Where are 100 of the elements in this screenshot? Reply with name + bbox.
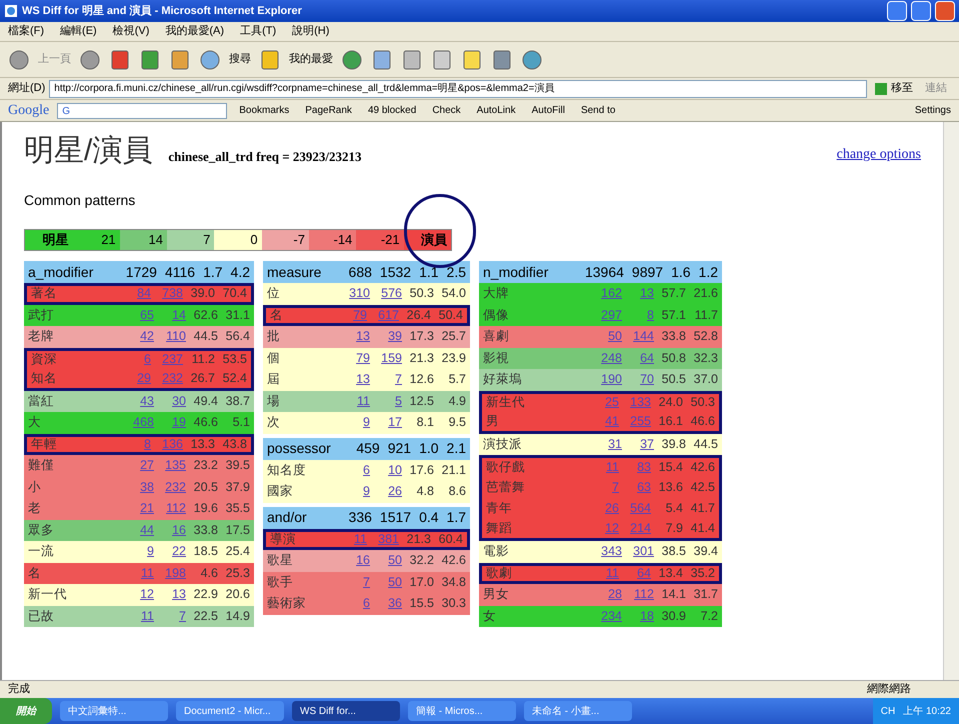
count-link[interactable]: 64 [619,564,651,583]
count-link[interactable]: 7 [370,370,402,390]
count-link[interactable]: 255 [619,412,651,431]
count-link[interactable]: 6 [342,460,370,480]
taskbar-button[interactable]: 中文詞彙特... [60,701,168,721]
count-link[interactable]: 11 [126,564,154,583]
language-indicator[interactable]: CH [880,704,896,718]
count-link[interactable]: 79 [339,306,367,325]
count-link[interactable]: 70 [622,370,654,390]
address-field[interactable]: http://corpora.fi.muni.cz/chinese_all/run.cgi/wsdiff?corpname=chinese_all_trd&lemma=明星&pos=&lemma2=演員 [49,80,867,98]
count-link[interactable]: 6 [342,594,370,614]
count-link[interactable]: 22 [154,542,186,562]
start-button[interactable]: 開始 [0,698,52,724]
toolbar-button[interactable]: PageRank [301,103,356,118]
count-link[interactable]: 14 [154,306,186,325]
count-link[interactable]: 27 [126,456,154,476]
count-link[interactable]: 31 [594,434,622,454]
menu-item[interactable]: 編輯(E) [60,23,97,40]
count-link[interactable]: 9 [126,542,154,562]
taskbar-button[interactable]: 未命名 - 小畫... [524,701,632,721]
menu-item[interactable]: 我的最愛(A) [165,23,224,40]
count-link[interactable]: 18 [622,606,654,626]
count-link[interactable]: 617 [367,306,399,325]
taskbar-button[interactable]: WS Diff for... [292,701,400,721]
count-link[interactable]: 19 [154,413,186,432]
count-link[interactable]: 83 [619,458,651,477]
count-link[interactable]: 159 [370,348,402,368]
settings-button[interactable]: Settings [914,103,951,118]
count-link[interactable]: 112 [154,499,186,518]
count-link[interactable]: 248 [594,348,622,368]
count-link[interactable]: 26 [370,482,402,502]
count-link[interactable]: 7 [342,572,370,592]
count-link[interactable]: 26 [591,499,619,518]
count-link[interactable]: 50 [594,327,622,346]
count-link[interactable]: 44 [126,520,154,540]
toolbar-button[interactable]: AutoFill [528,103,569,118]
count-link[interactable]: 190 [594,370,622,390]
count-link[interactable]: 8 [622,306,654,325]
count-link[interactable]: 29 [123,368,151,388]
count-link[interactable]: 576 [370,284,402,304]
count-link[interactable]: 133 [619,393,651,412]
menu-item[interactable]: 說明(H) [292,23,330,40]
count-link[interactable]: 297 [594,306,622,325]
count-link[interactable]: 11 [126,606,154,626]
count-link[interactable]: 13 [342,327,370,346]
count-link[interactable]: 43 [126,392,154,411]
count-link[interactable]: 214 [619,519,651,538]
count-link[interactable]: 381 [367,530,399,549]
count-link[interactable]: 13 [154,585,186,604]
count-link[interactable]: 738 [151,284,183,304]
count-link[interactable]: 468 [126,413,154,432]
toolbar-button[interactable]: Bookmarks [235,103,294,118]
menu-item[interactable]: 工具(T) [240,23,276,40]
count-link[interactable]: 7 [591,478,619,497]
count-link[interactable]: 10 [370,460,402,480]
count-link[interactable]: 564 [619,499,651,518]
count-link[interactable]: 7 [154,606,186,626]
count-link[interactable]: 11 [342,392,370,411]
count-link[interactable]: 9 [342,413,370,432]
count-link[interactable]: 39 [370,327,402,346]
count-link[interactable]: 28 [594,585,622,604]
count-link[interactable]: 30 [154,392,186,411]
count-link[interactable]: 144 [622,327,654,346]
google-search-field[interactable]: G [57,102,228,118]
count-link[interactable]: 25 [591,393,619,412]
count-link[interactable]: 110 [154,327,186,346]
count-link[interactable]: 310 [342,284,370,304]
menu-item[interactable]: 檢視(V) [112,23,150,40]
count-link[interactable]: 38 [126,478,154,497]
count-link[interactable]: 21 [126,499,154,518]
count-link[interactable]: 12 [591,519,619,538]
count-link[interactable]: 79 [342,348,370,368]
count-link[interactable]: 50 [370,551,402,570]
count-link[interactable]: 11 [591,458,619,477]
count-link[interactable]: 11 [339,530,367,549]
count-link[interactable]: 9 [342,482,370,502]
count-link[interactable]: 36 [370,594,402,614]
toolbar-button[interactable]: Check [428,103,465,118]
count-link[interactable]: 8 [123,434,151,454]
count-link[interactable]: 237 [151,350,183,370]
count-link[interactable]: 11 [591,564,619,583]
back-label[interactable]: 上一頁 [38,51,71,68]
count-link[interactable]: 16 [154,520,186,540]
count-link[interactable]: 42 [126,327,154,346]
count-link[interactable]: 84 [123,284,151,304]
count-link[interactable]: 232 [154,478,186,497]
toolbar-button[interactable]: Send to [576,103,620,118]
count-link[interactable]: 12 [126,585,154,604]
count-link[interactable]: 198 [154,564,186,583]
count-link[interactable]: 6 [123,350,151,370]
count-link[interactable]: 5 [370,392,402,411]
count-link[interactable]: 13 [622,284,654,304]
count-link[interactable]: 301 [622,542,654,562]
favorites-label[interactable]: 我的最愛 [289,51,333,68]
count-link[interactable]: 232 [151,368,183,388]
count-link[interactable]: 65 [126,306,154,325]
count-link[interactable]: 112 [622,585,654,604]
count-link[interactable]: 50 [370,572,402,592]
change-options-link[interactable]: change options [836,144,921,165]
toolbar-button[interactable]: AutoLink [472,103,520,118]
